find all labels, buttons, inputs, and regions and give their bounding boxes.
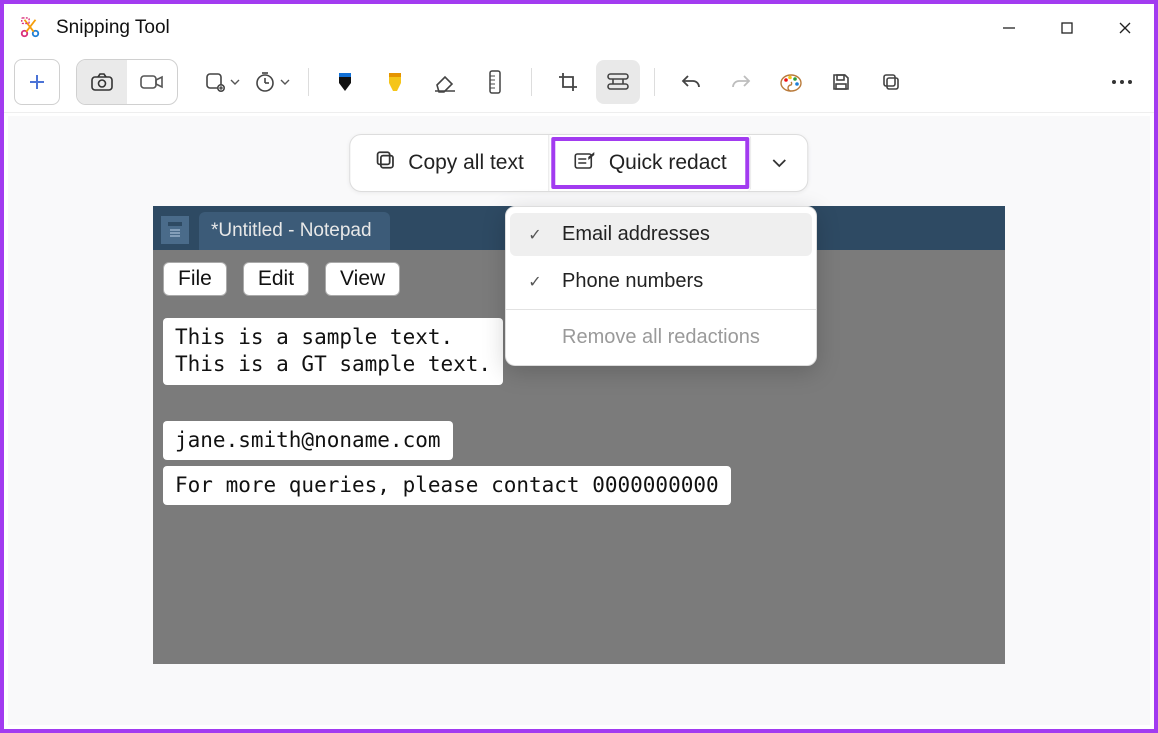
titlebar: Snipping Tool xyxy=(4,4,1154,52)
snip-shape-dropdown[interactable] xyxy=(200,60,244,104)
quick-redact-label: Quick redact xyxy=(609,151,727,175)
app-window: Snipping Tool xyxy=(0,0,1158,733)
minimize-button[interactable] xyxy=(980,4,1038,52)
notepad-file-menu: File xyxy=(163,262,227,296)
more-button[interactable] xyxy=(1100,60,1144,104)
text-actions-bar: Copy all text Quick redact xyxy=(349,134,808,192)
close-button[interactable] xyxy=(1096,4,1154,52)
remove-redactions-item[interactable]: Remove all redactions xyxy=(506,314,816,361)
snipping-tool-icon xyxy=(18,16,42,40)
highlighter-tool-button[interactable] xyxy=(373,60,417,104)
menu-separator xyxy=(506,309,816,310)
maximize-button[interactable] xyxy=(1038,4,1096,52)
notepad-text-block-1: This is a sample text. This is a GT samp… xyxy=(163,318,503,385)
copy-icon xyxy=(374,149,396,177)
quick-redact-menu: ✓ Email addresses ✓ Phone numbers Remove… xyxy=(505,206,817,366)
text-actions-button[interactable] xyxy=(596,60,640,104)
quick-redact-button[interactable]: Quick redact xyxy=(549,135,752,191)
eraser-tool-button[interactable] xyxy=(423,60,467,104)
save-button[interactable] xyxy=(819,60,863,104)
notepad-view-menu: View xyxy=(325,262,400,296)
redact-phones-label: Phone numbers xyxy=(562,270,703,293)
photo-mode-button[interactable] xyxy=(77,60,127,104)
notepad-tab: *Untitled - Notepad xyxy=(199,212,390,250)
notepad-edit-menu: Edit xyxy=(243,262,309,296)
ruler-tool-button[interactable] xyxy=(473,60,517,104)
check-icon: ✓ xyxy=(526,272,544,292)
copy-all-text-button[interactable]: Copy all text xyxy=(350,135,549,191)
redact-icon xyxy=(573,149,597,177)
redact-phones-item[interactable]: ✓ Phone numbers xyxy=(506,258,816,305)
undo-button[interactable] xyxy=(669,60,713,104)
delay-dropdown[interactable] xyxy=(250,60,294,104)
check-icon: ✓ xyxy=(526,225,544,245)
notepad-text-block-2: jane.smith@noname.com xyxy=(163,421,453,460)
crop-tool-button[interactable] xyxy=(546,60,590,104)
paint-button[interactable] xyxy=(769,60,813,104)
capture-mode-group xyxy=(76,59,178,105)
toolbar xyxy=(4,52,1154,113)
copy-button[interactable] xyxy=(869,60,913,104)
redo-button[interactable] xyxy=(719,60,763,104)
new-snip-button[interactable] xyxy=(14,59,60,105)
redact-emails-label: Email addresses xyxy=(562,223,710,246)
notepad-text-block-3: For more queries, please contact 0000000… xyxy=(163,466,731,505)
notepad-icon xyxy=(161,216,189,244)
pen-tool-button[interactable] xyxy=(323,60,367,104)
remove-redactions-label: Remove all redactions xyxy=(562,326,760,349)
video-mode-button[interactable] xyxy=(127,60,177,104)
quick-redact-dropdown[interactable] xyxy=(752,135,808,191)
copy-all-text-label: Copy all text xyxy=(408,151,524,175)
window-title: Snipping Tool xyxy=(56,17,170,39)
canvas-area: Copy all text Quick redact ✓ Email addre… xyxy=(8,116,1150,725)
redact-emails-item[interactable]: ✓ Email addresses xyxy=(510,213,812,256)
